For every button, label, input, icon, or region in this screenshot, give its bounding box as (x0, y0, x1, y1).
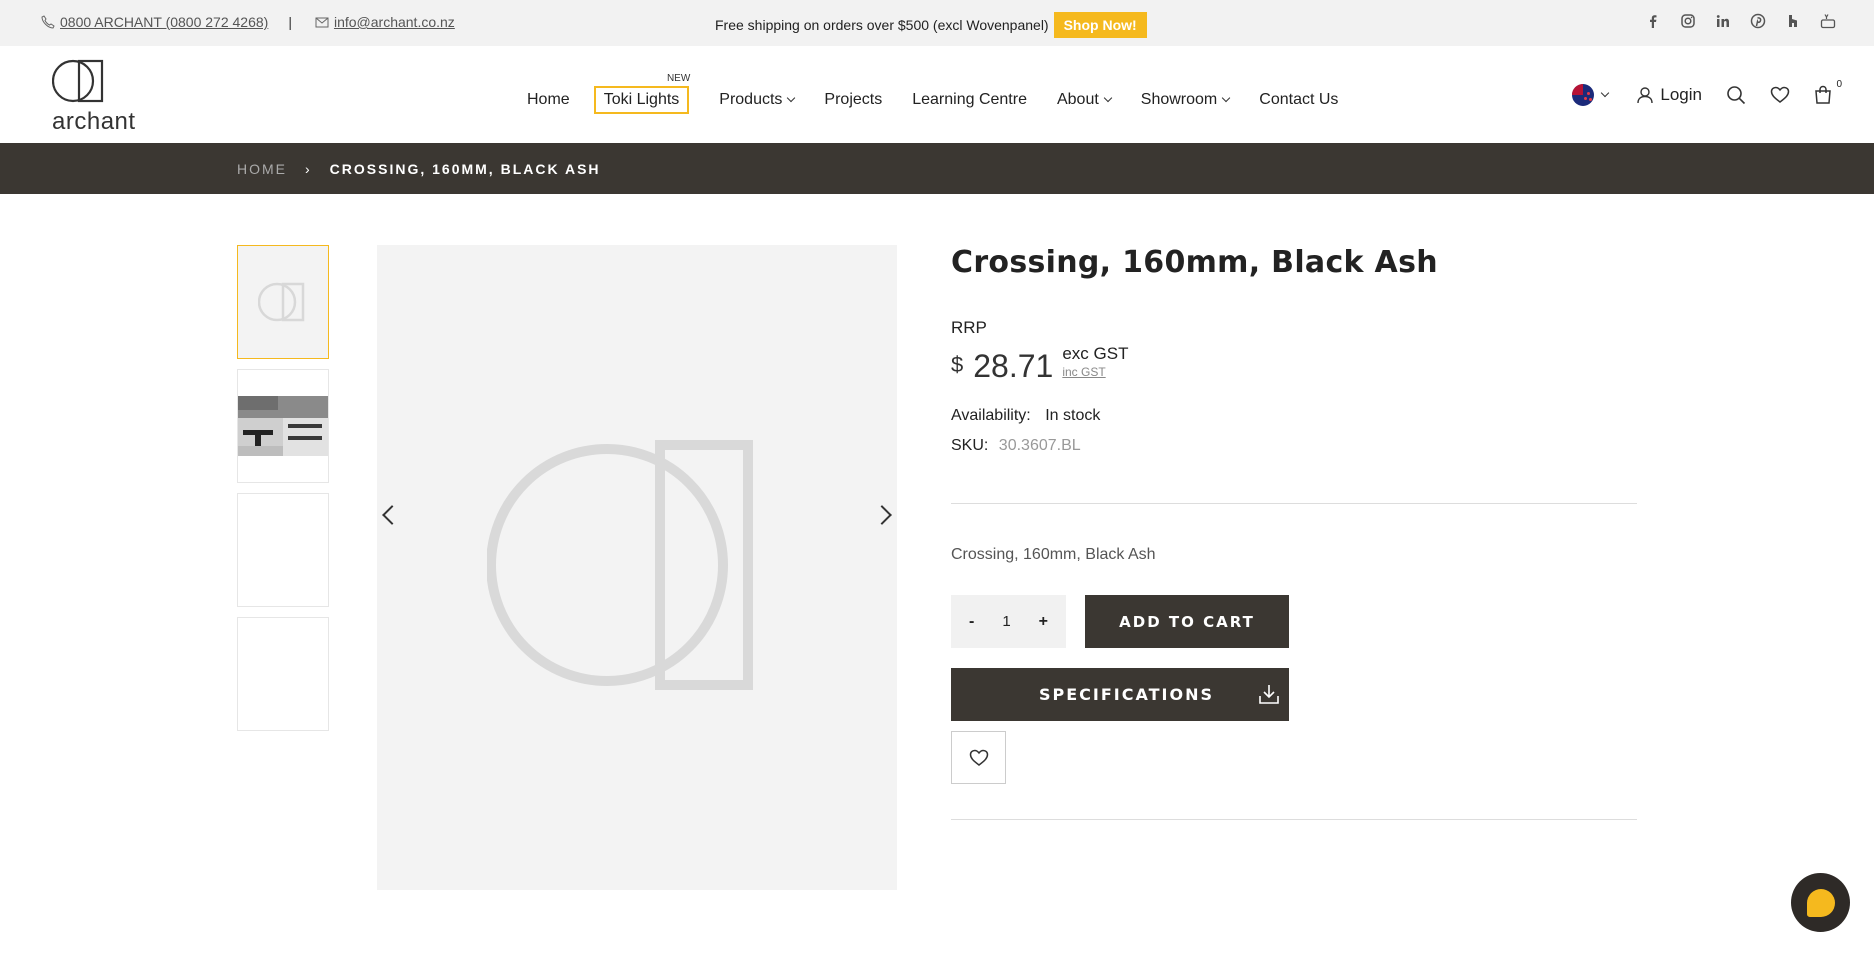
header-actions: Login 0 (1572, 79, 1842, 106)
product-description: Crossing, 160mm, Black Ash (951, 546, 1156, 563)
nav-contact-us[interactable]: Contact Us (1259, 91, 1338, 109)
thumbnail-empty[interactable] (237, 493, 329, 607)
rrp-label: RRP (951, 318, 987, 337)
qty-decrease-button[interactable]: - (969, 613, 974, 631)
quantity-stepper: - 1 + (951, 595, 1066, 648)
add-to-wishlist-button[interactable] (951, 731, 1006, 784)
breadcrumb-separator: › (305, 160, 312, 177)
email-link[interactable]: info@archant.co.nz (334, 14, 455, 30)
phone-link[interactable]: 0800 ARCHANT (0800 272 4268) (60, 14, 268, 30)
nav-home[interactable]: Home (527, 91, 570, 109)
main-product-image (377, 245, 897, 890)
user-icon (1637, 87, 1654, 104)
specifications-button[interactable]: SPECIFICATIONS (951, 668, 1289, 721)
site-header: archant Home Toki Lights NEW Products Pr… (0, 46, 1874, 143)
nav-toki-label: Toki Lights (603, 91, 680, 108)
qty-increase-button[interactable]: + (1039, 613, 1048, 631)
placeholder-logo-icon (258, 282, 305, 322)
social-links (1645, 13, 1836, 29)
region-flag-icon[interactable] (1572, 84, 1595, 106)
chevron-down-icon[interactable] (1601, 88, 1610, 98)
logo-mark (52, 59, 104, 103)
breadcrumb: HOME › CROSSING, 160MM, BLACK ASH (0, 143, 1874, 194)
download-icon (1259, 685, 1279, 704)
chat-bubble-icon (1806, 888, 1835, 917)
product-photo (238, 396, 328, 456)
product-info: Crossing, 160mm, Black Ash RRP $ 28.71 e… (951, 245, 1637, 455)
availability-value: In stock (1045, 407, 1101, 424)
promo-text: Free shipping on orders over $500 (excl … (715, 17, 1049, 33)
add-to-cart-button[interactable]: ADD TO CART (1085, 595, 1289, 648)
availability-label: Availability: (951, 407, 1031, 424)
email-icon (315, 17, 329, 28)
breadcrumb-home[interactable]: HOME (237, 161, 287, 177)
nav-learning-centre[interactable]: Learning Centre (912, 91, 1027, 109)
login-label: Login (1660, 85, 1702, 104)
contact-separator: | (288, 14, 292, 30)
divider (951, 503, 1637, 504)
main-nav: Home Toki Lights NEW Products Projects L… (527, 73, 1368, 114)
divider (951, 819, 1637, 820)
linkedin-icon[interactable] (1715, 13, 1731, 29)
chevron-down-icon (1103, 93, 1113, 103)
exc-gst-label: exc GST (1062, 344, 1129, 363)
thumbnail-product-photo[interactable] (237, 369, 329, 483)
sku-value: 30.3607.BL (998, 437, 1081, 454)
nav-about-label: About (1056, 91, 1099, 108)
availability: Availability: In stock (951, 407, 1637, 425)
shop-now-button[interactable]: Shop Now! (1053, 12, 1147, 38)
heart-icon[interactable] (1770, 85, 1790, 105)
breadcrumb-current: CROSSING, 160MM, BLACK ASH (329, 160, 601, 177)
currency-symbol: $ (951, 352, 964, 377)
shipping-promo: Free shipping on orders over $500 (excl … (715, 12, 1147, 38)
nav-toki-lights[interactable]: Toki Lights NEW (593, 73, 690, 114)
chat-widget-button[interactable] (1791, 873, 1850, 932)
nav-about[interactable]: About (1056, 91, 1113, 109)
cart-button[interactable]: 0 (1814, 79, 1842, 105)
nav-products-label: Products (719, 91, 783, 108)
specifications-label: SPECIFICATIONS (1039, 685, 1215, 704)
product-title: Crossing, 160mm, Black Ash (951, 245, 1438, 280)
youtube-icon[interactable] (1820, 13, 1836, 29)
pinterest-icon[interactable] (1750, 13, 1766, 29)
price-value: 28.71 (973, 348, 1054, 384)
next-image-arrow-icon[interactable] (872, 505, 892, 525)
archant-logo[interactable]: archant (52, 58, 152, 136)
nav-projects[interactable]: Projects (824, 91, 882, 109)
nav-products[interactable]: Products (719, 91, 796, 109)
price-block: $ 28.71 exc GST inc GST (951, 344, 1637, 385)
sku-label: SKU: (951, 437, 989, 454)
nav-showroom[interactable]: Showroom (1140, 91, 1231, 109)
phone-icon (41, 15, 55, 29)
cart-count: 0 (1836, 79, 1842, 90)
chevron-down-icon (787, 93, 796, 103)
houzz-icon[interactable] (1785, 13, 1801, 29)
instagram-icon[interactable] (1680, 13, 1696, 29)
contact-info: 0800 ARCHANT (0800 272 4268) | info@arch… (40, 14, 455, 30)
inc-gst-link[interactable]: inc GST (1062, 365, 1128, 379)
login-link[interactable]: Login (1636, 85, 1702, 105)
placeholder-logo-icon (487, 440, 753, 690)
facebook-icon[interactable] (1645, 13, 1661, 29)
qty-input[interactable]: 1 (1002, 613, 1010, 630)
prev-image-arrow-icon[interactable] (382, 505, 402, 525)
top-bar: 0800 ARCHANT (0800 272 4268) | info@arch… (0, 0, 1874, 46)
heart-icon (969, 749, 988, 766)
new-badge: NEW (666, 73, 691, 84)
nav-showroom-label: Showroom (1140, 91, 1218, 108)
cart-icon (1815, 85, 1831, 104)
sku: SKU: 30.3607.BL (951, 437, 1637, 455)
logo-wordmark: archant (52, 108, 136, 135)
chevron-down-icon (1222, 93, 1231, 103)
thumbnail-empty[interactable] (237, 617, 329, 731)
thumbnail-placeholder[interactable] (237, 245, 329, 359)
search-icon[interactable] (1726, 85, 1746, 105)
gst-toggle: exc GST inc GST (1062, 344, 1128, 379)
